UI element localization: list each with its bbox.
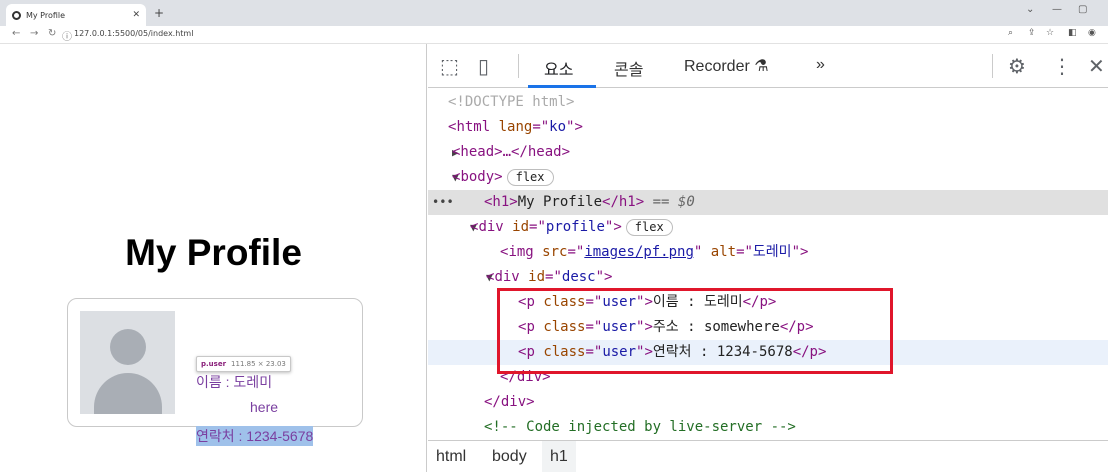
toolbar-divider-2 [992,54,993,78]
collapse-arrow-icon[interactable]: ▼ [428,215,477,240]
url-field[interactable]: 127.0.0.1:5500/05/index.html [74,29,193,38]
settings-gear-icon[interactable]: ⚙ [1008,54,1026,78]
tab-title: My Profile [26,10,66,20]
share-icon[interactable]: ⇪ [1028,28,1036,38]
tree-line-img[interactable]: <img src="images/pf.png" alt="도레미"> [428,240,1108,265]
collapse-arrow-icon[interactable]: ▼ [428,165,459,190]
element-hover-tooltip: p.user 111.85 × 23.03 [196,356,291,372]
profile-icon[interactable]: ◉ [1088,28,1096,38]
desc-address: here [250,399,279,415]
more-dots-icon[interactable]: ••• [432,190,454,215]
browser-tab-strip: My Profile ✕ + ⌄ — ▢ [0,0,1108,26]
browser-tab[interactable]: My Profile ✕ [6,4,146,26]
avatar-head-icon [110,329,146,365]
tree-line-div-desc[interactable]: ▼<div id="desc"> [428,265,1108,290]
flask-icon: ⚗ [754,58,769,75]
tree-line-close-profile[interactable]: </div> [428,390,1108,415]
breadcrumb-h1[interactable]: h1 [542,441,576,472]
new-tab-button[interactable]: + [154,6,164,20]
more-tabs-icon[interactable]: » [816,56,825,74]
globe-icon [12,10,21,20]
collapse-arrow-icon[interactable]: ▼ [428,265,493,290]
highlight-box [497,288,893,374]
desc-phone: 연락처 : 1234-5678 [196,426,314,446]
avatar-body-icon [94,373,162,414]
tab-elements[interactable]: 요소 [544,56,573,80]
desc-name: 이름 : 도레미 [196,374,273,390]
toolbar-divider [518,54,519,78]
tooltip-size: 111.85 × 23.03 [231,360,286,368]
maximize-icon[interactable]: ▢ [1078,4,1087,15]
bookmark-star-icon[interactable]: ☆ [1046,28,1054,38]
close-devtools-icon[interactable]: ✕ [1088,54,1105,78]
zoom-icon[interactable]: ⌕ [1008,28,1013,38]
flex-badge[interactable]: flex [625,218,673,236]
tree-line-head[interactable]: ▶<head>…</head> [428,140,1108,165]
device-toolbar-icon[interactable]: ▯ [478,54,489,78]
page-viewport: My Profile 이름 : 도레미 here p.user 111.85 ×… [0,44,427,472]
reload-icon[interactable]: ↻ [48,28,56,39]
avatar [80,311,175,414]
minimize-icon[interactable]: — [1052,4,1062,15]
breadcrumb: html body h1 [428,440,1108,472]
tab-recorder[interactable]: Recorder ⚗ [684,56,769,76]
address-bar: ← → ↻ ⓘ 127.0.0.1:5500/05/index.html ⌕ ⇪… [0,26,1108,44]
expand-arrow-icon[interactable]: ▶ [428,140,459,165]
inspect-icon[interactable]: ⬚ [440,54,459,78]
breadcrumb-html[interactable]: html [428,441,474,472]
tab-console[interactable]: 콘솔 [614,56,643,80]
close-tab-icon[interactable]: ✕ [132,10,140,20]
tree-line-doctype[interactable]: <!DOCTYPE html> [428,90,1108,115]
tab-search-icon[interactable]: ⌄ [1026,4,1034,15]
flex-badge[interactable]: flex [506,168,554,186]
forward-icon[interactable]: → [30,28,38,39]
page-title: My Profile [125,232,302,273]
sidepanel-icon[interactable]: ◧ [1068,28,1077,38]
tree-line-comment[interactable]: <!-- Code injected by live-server --> [428,415,1108,440]
back-icon[interactable]: ← [12,28,20,39]
devtools-toolbar: ⬚ ▯ 요소 콘솔 Recorder ⚗ » ⚙ ⋮ ✕ [428,44,1108,88]
tooltip-selector: p.user [201,360,227,368]
tree-line-html[interactable]: <html lang="ko"> [428,115,1108,140]
devtools-panel: ⬚ ▯ 요소 콘솔 Recorder ⚗ » ⚙ ⋮ ✕ <!DOCTYPE h… [428,44,1108,472]
profile-card: 이름 : 도레미 here p.user 111.85 × 23.03 연락처 … [67,298,363,446]
info-icon: ⓘ [62,32,72,43]
breadcrumb-body[interactable]: body [484,441,535,472]
tree-line-div-profile[interactable]: ▼<div id="profile"> flex [428,215,1108,240]
tree-line-h1-selected[interactable]: ••• <h1>My Profile</h1> == $0 [428,190,1108,215]
more-options-icon[interactable]: ⋮ [1052,54,1072,78]
elements-tree: <!DOCTYPE html> <html lang="ko"> ▶<head>… [428,88,1108,440]
tree-line-body[interactable]: ▼<body> flex [428,165,1108,190]
